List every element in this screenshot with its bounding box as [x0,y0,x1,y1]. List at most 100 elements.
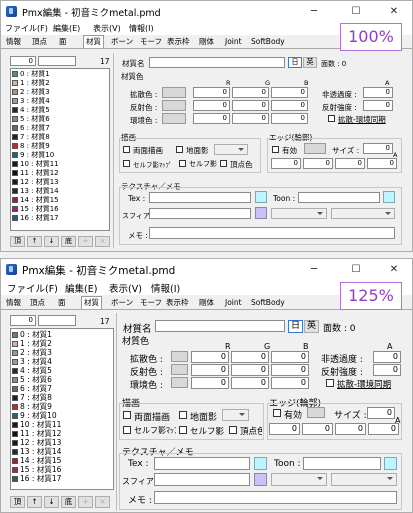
list-item[interactable]: 13 : 材質14 [12,187,59,196]
lang-en-button[interactable]: 英 [304,320,319,333]
material-index-field[interactable]: 0 [10,56,36,66]
vertex-color-checkbox[interactable] [220,160,227,167]
tab-rigid-body[interactable]: 剛体 [197,297,216,309]
diffuse-sync-label[interactable]: 拡散-環境同期 [337,378,391,390]
material-name-input[interactable] [155,320,285,332]
tex-browse-button[interactable] [254,457,267,470]
tab-vertex[interactable]: 頂点 [30,36,49,48]
toon-input[interactable] [303,457,381,470]
edge-enabled-checkbox[interactable] [272,146,279,153]
menu-edit[interactable]: 編集(E) [65,281,97,295]
diffuse-g[interactable]: 0 [231,351,269,363]
edge-enabled-checkbox[interactable] [273,409,281,417]
list-item[interactable]: 12 : 材質13 [12,178,59,187]
list-item[interactable]: 11 : 材質12 [12,169,59,178]
tab-info[interactable]: 情報 [4,297,23,309]
tab-joint[interactable]: Joint [223,297,244,309]
tab-material[interactable]: 材質 [81,296,102,309]
menu-edit[interactable]: 編集(E) [53,23,80,34]
tab-morph[interactable]: モーフ [138,297,164,309]
close-button[interactable]: ✕ [380,259,408,281]
tab-info[interactable]: 情報 [4,36,23,48]
list-item[interactable]: 9 : 材質10 [12,411,57,420]
menu-file[interactable]: ファイル(F) [5,23,48,34]
specular-r[interactable]: 0 [191,364,229,376]
sphere-browse-button[interactable] [255,207,267,219]
menu-info[interactable]: 情報(I) [129,23,154,34]
edge-b[interactable]: 0 [335,158,365,169]
specular-b[interactable]: 0 [271,100,308,111]
list-item[interactable]: 6 : 材質7 [12,124,50,133]
sphere-mode-dropdown[interactable] [271,473,327,486]
material-index-field[interactable]: 0 [10,315,36,326]
bottom-button[interactable]: 底 [61,496,76,508]
bottom-button[interactable]: 底 [61,236,76,247]
list-item[interactable]: 15 : 材質16 [12,205,59,214]
lang-en-button[interactable]: 英 [303,57,317,68]
maximize-button[interactable]: ☐ [342,259,370,281]
up-button[interactable]: ↑ [27,496,42,508]
toon-input[interactable] [298,192,380,203]
edge-a[interactable]: 0 [368,423,399,435]
tab-joint[interactable]: Joint [223,36,244,48]
toon-browse-button[interactable] [383,191,395,203]
list-item[interactable]: 0 : 材質1 [12,70,50,79]
diffuse-sync-label[interactable]: 拡散-環境同期 [338,114,386,125]
diffuse-r[interactable]: 0 [193,87,230,98]
edge-a[interactable]: 0 [367,158,397,169]
list-item[interactable]: 16 : 材質17 [12,474,61,483]
splitter[interactable] [116,313,117,511]
diffuse-color-swatch[interactable] [171,351,188,362]
list-item[interactable]: 16 : 材質17 [12,214,59,223]
tab-vertex[interactable]: 頂点 [28,297,47,309]
edge-color-swatch[interactable] [307,407,325,418]
list-item[interactable]: 12 : 材質13 [12,438,61,447]
diffuse-b[interactable]: 0 [271,351,309,363]
menu-view[interactable]: 表示(V) [109,281,142,295]
list-item[interactable]: 3 : 材質4 [12,97,50,106]
diffuse-r[interactable]: 0 [191,351,229,363]
toon-shared-dropdown[interactable] [331,473,397,486]
ambient-b[interactable]: 0 [271,113,308,124]
tex-input[interactable] [149,192,251,203]
top-button[interactable]: 頂 [10,236,25,247]
tab-bone[interactable]: ボーン [109,297,135,309]
up-button[interactable]: ↑ [27,236,42,247]
specular-b[interactable]: 0 [271,364,309,376]
add-button[interactable]: + [78,496,93,508]
material-search-field[interactable] [38,315,76,326]
delete-button[interactable]: × [95,236,110,247]
sphere-mode-dropdown[interactable] [271,208,327,219]
lang-ja-button[interactable]: 日 [288,320,303,333]
close-button[interactable]: ✕ [380,1,408,23]
diffuse-b[interactable]: 0 [271,87,308,98]
specular-g[interactable]: 0 [232,100,269,111]
spec-strength-field[interactable]: 0 [373,364,401,376]
edge-size-field[interactable]: 0 [363,143,393,154]
maximize-button[interactable]: ☐ [342,1,370,23]
toon-shared-dropdown[interactable] [331,208,395,219]
self-shadow-map-checkbox[interactable] [123,426,131,434]
tab-material[interactable]: 材質 [83,35,104,48]
diffuse-color-swatch[interactable] [162,87,186,98]
ambient-color-swatch[interactable] [162,113,186,124]
list-item[interactable]: 14 : 材質15 [12,456,61,465]
ground-shadow-dropdown[interactable] [222,409,249,421]
add-button[interactable]: + [78,236,93,247]
menu-view[interactable]: 表示(V) [93,23,121,34]
double-sided-checkbox[interactable] [123,146,130,153]
vertex-color-checkbox[interactable] [229,426,237,434]
list-item[interactable]: 1 : 材質2 [12,79,50,88]
ground-shadow-dropdown[interactable] [214,144,248,155]
sphere-input[interactable] [149,208,251,219]
list-item[interactable]: 5 : 材質6 [12,115,50,124]
tab-rigid-body[interactable]: 剛体 [197,36,216,48]
toon-browse-button[interactable] [384,457,397,470]
double-sided-checkbox[interactable] [123,411,131,419]
edge-r[interactable]: 0 [269,423,300,435]
self-shadow-checkbox[interactable] [179,160,186,167]
edge-size-field[interactable]: 0 [367,407,395,419]
list-item[interactable]: 8 : 材質9 [12,402,52,411]
specular-g[interactable]: 0 [231,364,269,376]
down-button[interactable]: ↓ [44,496,59,508]
